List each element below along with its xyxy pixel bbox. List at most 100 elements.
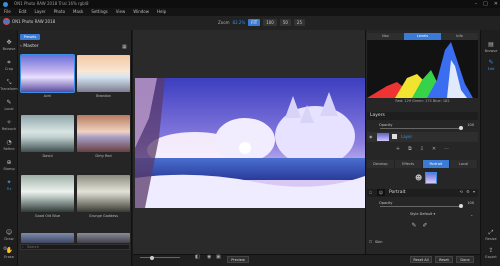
menu-photo[interactable]: Photo [54,8,65,16]
tool-strip: ✥ Browse ⌗ Crop ⤡ Transform ✎ Local ✧ Retouch… [0,30,18,266]
preset-thumb[interactable]: Good Old Blue [21,175,74,219]
menu-window[interactable]: Window [133,8,149,16]
tool-fix[interactable]: ✦ Fix [0,180,18,192]
tab-info[interactable]: Info [441,33,478,40]
portrait-opacity-value[interactable]: 100 [467,201,474,205]
settings-icon[interactable]: ⚙ [3,246,7,252]
layer-thumbnail [377,133,389,141]
title-bar: ON1 Photo RAW 2018 Trial 16% rgb/8 [0,0,500,8]
tab-nav[interactable]: Nav [367,33,404,40]
category-master[interactable]: ‹ Master [20,44,39,49]
zoom-label: Zoom [218,20,230,25]
zoom-controls: Zoom 82.2% FIT 100 50 25 [218,19,306,26]
delete-layer-icon[interactable]: ✕ [432,146,436,154]
maximize-icon[interactable]: □ [483,1,488,7]
tool-refine[interactable]: ◔ Refine [0,140,18,152]
duplicate-layer-icon[interactable]: ⧉ [408,146,412,154]
portrait-header[interactable]: ⏻ ☺ Portrait ⟲ ⚙ ▾ [367,189,478,197]
grid-view-icon[interactable]: ▦ [122,44,127,50]
preset-thumb[interactable] [21,233,74,243]
chevron-down-icon[interactable]: ⌄ [470,212,473,217]
minimize-icon[interactable]: – [475,1,478,7]
nav-browse[interactable]: ▤ Browse [481,42,500,54]
menu-help[interactable]: Help [157,8,166,16]
nav-export[interactable]: ⇪ Export [481,248,500,260]
tab-levels[interactable]: Levels [404,33,441,40]
skin-row[interactable]: ☐ Skin [367,240,478,246]
eye-erase-icon[interactable]: ✐ [423,222,434,229]
close-icon[interactable]: ✕ [494,1,498,7]
nav-resize[interactable]: ⤢ Resize [481,230,500,242]
preset-search-input[interactable]: ⌕ Search [20,244,130,250]
tool-transform[interactable]: ⤡ Transform [0,80,18,92]
tool-draw[interactable]: ☺ Draw [0,230,18,242]
zoom-fit-button[interactable]: FIT [248,19,261,26]
portrait-opacity-knob[interactable] [459,204,463,208]
tool-crop[interactable]: ⌗ Crop [0,59,18,72]
tab-effects[interactable]: Effects [394,160,423,168]
done-button[interactable]: Done [456,256,474,263]
tool-browse[interactable]: ✥ Browse [0,40,18,52]
menu-file[interactable]: File [4,8,11,16]
style-value[interactable]: Default [420,212,433,216]
visibility-icon[interactable]: ◉ [369,134,373,139]
portrait-title: Portrait [389,190,406,195]
zoom-50-button[interactable]: 50 [279,19,291,26]
tab-local[interactable]: Local [450,160,478,168]
portrait-opacity-label: Opacity [379,201,393,205]
layer-name[interactable]: Layer [401,134,412,139]
preset-thumb[interactable]: Grunge Goddess [77,175,130,219]
opacity-slider[interactable] [380,128,462,129]
main-photo[interactable] [135,78,365,208]
portrait-options-icons[interactable]: ⟲ ⚙ ▾ [460,189,477,194]
zoom-value[interactable]: 82.2% [233,20,246,25]
menu-mask[interactable]: Mask [73,8,83,16]
face-selector: ☻ [367,170,478,188]
preset-thumb[interactable]: David [21,115,74,159]
tool-local[interactable]: ✎ Local [0,99,18,112]
power-icon[interactable]: ⏻ [369,190,372,195]
zoom-25-button[interactable]: 25 [293,19,306,26]
menu-view[interactable]: View [116,8,126,16]
opacity-value[interactable]: 100 [467,123,474,127]
layer-options-icon[interactable]: ⋯ [444,146,449,154]
skin-check-icon[interactable]: ☐ [369,240,372,244]
add-layer-icon[interactable]: + [396,146,400,154]
mask-view-icon[interactable]: ▣ [216,254,221,260]
zoom-slider-knob[interactable] [150,255,154,260]
menu-layer[interactable]: Layer [34,8,45,16]
compare-icon[interactable]: ◧ [195,254,200,260]
nav-edit[interactable]: ✎ Edit [481,60,500,72]
tool-retouch[interactable]: ✧ Retouch [0,120,18,132]
preset-thumb[interactable]: Brandon [77,55,130,99]
merge-layer-icon[interactable]: ⇩ [420,146,424,154]
preview-button[interactable]: Preview [227,256,249,263]
zoom-100-button[interactable]: 100 [263,19,277,26]
portrait-opacity-slider[interactable] [380,206,462,207]
face-thumbnail[interactable] [425,172,437,184]
layers-header[interactable]: Layers [367,112,478,120]
menu-settings[interactable]: Settings [91,8,107,16]
preset-thumb[interactable] [77,233,130,243]
portrait-filter-icon: ☺ [377,189,385,196]
histogram [367,40,478,98]
crop-icon: ⌗ [7,59,11,66]
module-tabs: Develop Effects Portrait Local [367,160,478,168]
add-face-icon[interactable]: ☻ [415,174,422,182]
reset-button[interactable]: Reset [435,256,453,263]
opacity-slider-knob[interactable] [459,126,463,130]
zoom-slider[interactable] [140,257,180,258]
menu-edit[interactable]: Edit [19,8,27,16]
preset-thumb[interactable]: Avril [20,54,75,99]
eye-brush-icon[interactable]: ✎ [411,222,422,229]
tool-stamp[interactable]: ⊕ Stamp [0,160,18,172]
presets-button[interactable]: Presets [20,34,40,40]
reset-all-button[interactable]: Reset All [410,256,432,263]
preset-thumb[interactable]: Dirty Red [77,115,130,159]
brush-icon: ✎ [6,99,12,106]
tab-develop[interactable]: Develop [367,160,395,168]
view-icon[interactable]: ◉ [207,254,211,260]
tab-portrait[interactable]: Portrait [422,160,451,168]
layer-row[interactable]: ◉ Layer [367,132,478,142]
style-row[interactable]: Style Default ▾ [367,212,478,218]
